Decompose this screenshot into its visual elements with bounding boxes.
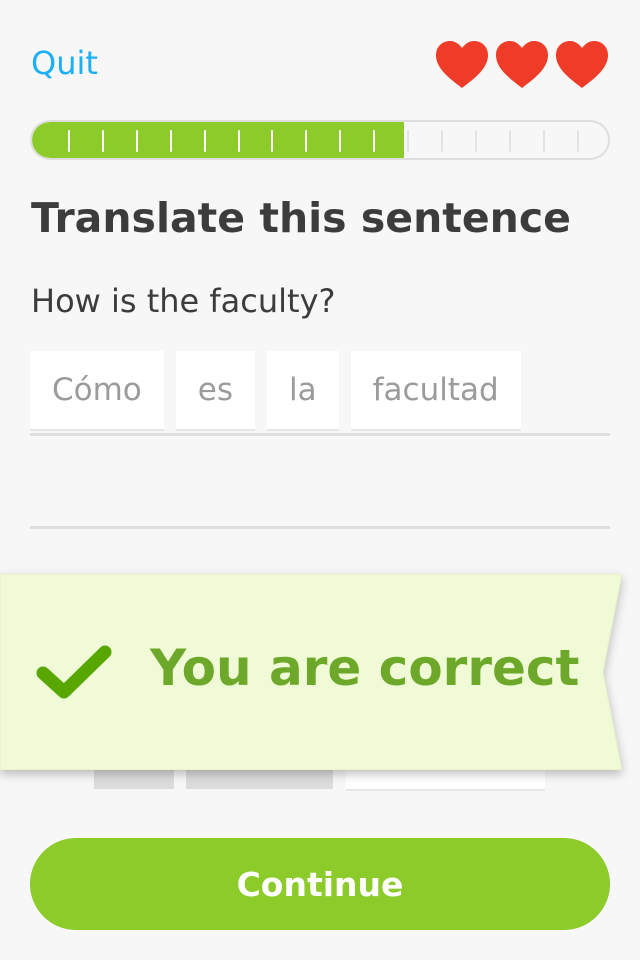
progress-tick <box>474 130 477 152</box>
challenge-title: Translate this sentence <box>31 194 571 242</box>
heart-icon <box>436 41 488 88</box>
progress-tick <box>339 130 342 152</box>
progress-tick <box>576 130 579 152</box>
progress-tick <box>68 130 70 152</box>
lesson-progress-bar <box>30 120 610 160</box>
heart-icon <box>556 41 608 88</box>
answer-word-tile[interactable]: la <box>267 351 339 429</box>
feedback-message: You are correct <box>150 639 580 697</box>
heart-icon <box>496 41 548 88</box>
progress-tick <box>407 130 409 152</box>
progress-ticks <box>32 122 608 158</box>
progress-tick <box>542 130 545 152</box>
progress-tick <box>508 130 511 152</box>
progress-tick <box>237 130 240 152</box>
answer-word-tile[interactable]: Cómo <box>30 351 164 429</box>
progress-tick <box>305 130 308 152</box>
hearts-indicator <box>434 40 610 90</box>
answer-words: Cómo es la facultad <box>30 351 521 429</box>
progress-tick <box>440 130 443 152</box>
quit-button[interactable]: Quit <box>31 44 98 82</box>
checkmark-icon <box>36 645 112 699</box>
progress-tick <box>271 130 274 152</box>
progress-tick <box>135 130 138 152</box>
progress-tick <box>101 130 104 152</box>
progress-tick <box>203 130 206 152</box>
answer-line <box>30 526 610 529</box>
answer-word-tile[interactable]: es <box>175 351 256 429</box>
progress-tick <box>373 130 376 152</box>
challenge-prompt: How is the faculty? <box>31 282 336 320</box>
progress-tick <box>169 130 172 152</box>
answer-line <box>30 433 610 436</box>
continue-button[interactable]: Continue <box>30 838 610 930</box>
answer-word-tile[interactable]: facultad <box>350 351 521 429</box>
